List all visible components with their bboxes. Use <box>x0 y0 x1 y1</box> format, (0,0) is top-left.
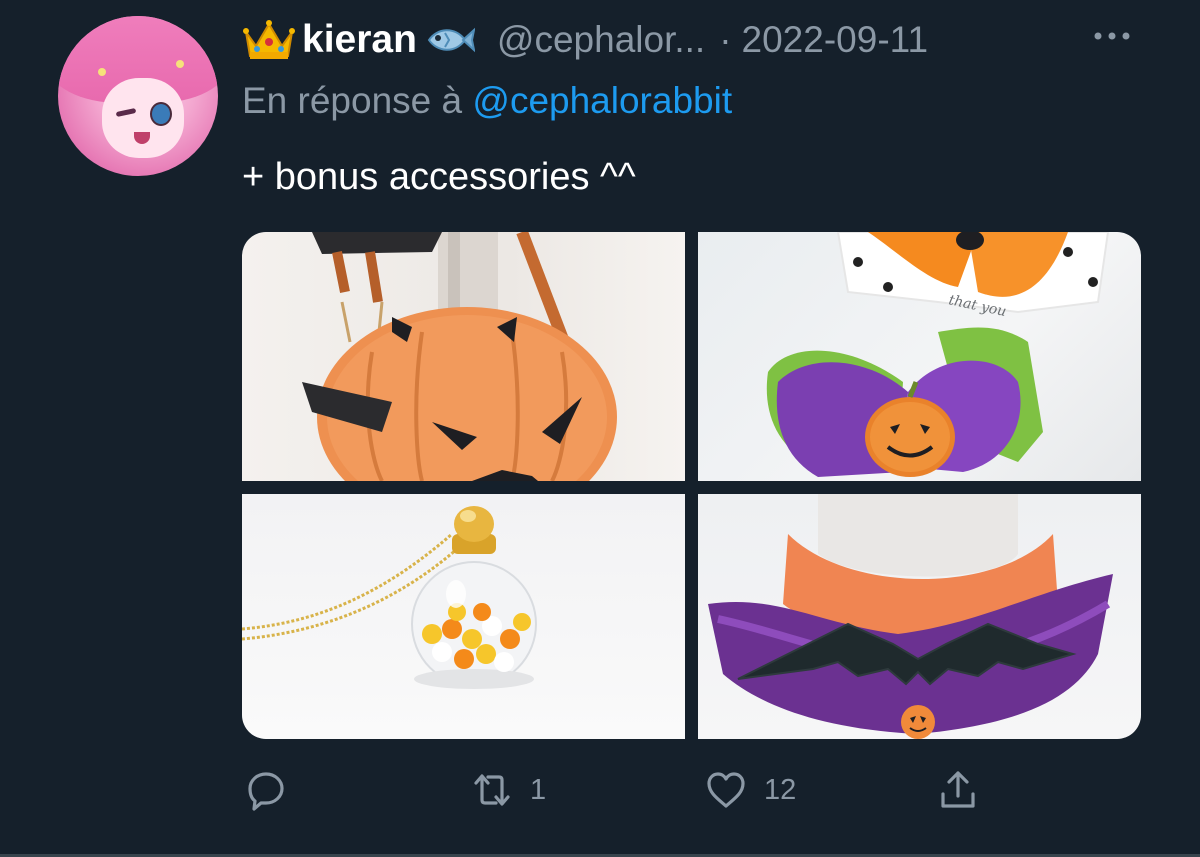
tweet-text: + bonus accessories ^^ <box>242 156 636 198</box>
user-handle[interactable]: @cephalor... <box>497 19 705 61</box>
media-image-bat-choker[interactable] <box>698 494 1141 739</box>
media-image-candy-necklace[interactable] <box>242 494 685 739</box>
display-name[interactable]: kieran <box>302 18 417 62</box>
avatar-face <box>102 78 184 158</box>
reply-mention-link[interactable]: @cephalorabbit <box>472 80 732 121</box>
header-separator: · <box>719 19 732 60</box>
reply-button[interactable] <box>244 760 304 820</box>
retweet-button[interactable]: 1 <box>470 760 546 820</box>
share-icon <box>941 771 975 808</box>
like-button[interactable]: 12 <box>704 760 796 820</box>
share-button[interactable] <box>936 760 980 820</box>
retweet-icon <box>474 774 510 806</box>
reply-icon <box>248 772 284 811</box>
fish-emoji-icon <box>427 27 475 53</box>
media-image-pumpkin-bag[interactable] <box>242 232 685 481</box>
like-count: 12 <box>764 773 797 806</box>
avatar[interactable] <box>58 16 218 176</box>
candy-necklace-illustration <box>242 506 537 689</box>
avatar-sparkle <box>176 60 184 68</box>
pumpkin-bag-illustration <box>302 232 617 481</box>
tweet-header: kieran @cephalor... · 2022-09-11 <box>242 16 928 64</box>
reply-context: En réponse à @cephalorabbit <box>242 80 732 122</box>
more-options-icon[interactable] <box>1092 24 1132 48</box>
tweet-actions: 1 12 <box>0 760 1200 820</box>
hair-bows-illustration: that you <box>766 232 1110 477</box>
media-grid: that you <box>242 232 1141 739</box>
bat-choker-illustration <box>708 494 1113 739</box>
avatar-eye <box>150 102 172 126</box>
tweet-date[interactable]: 2022-09-11 <box>742 19 929 61</box>
heart-icon <box>707 772 745 808</box>
avatar-sparkle <box>98 68 106 76</box>
media-image-hair-bows[interactable]: that you <box>698 232 1141 481</box>
reply-prefix: En réponse à <box>242 80 463 121</box>
retweet-count: 1 <box>530 773 547 806</box>
crown-emoji-icon <box>243 20 295 59</box>
